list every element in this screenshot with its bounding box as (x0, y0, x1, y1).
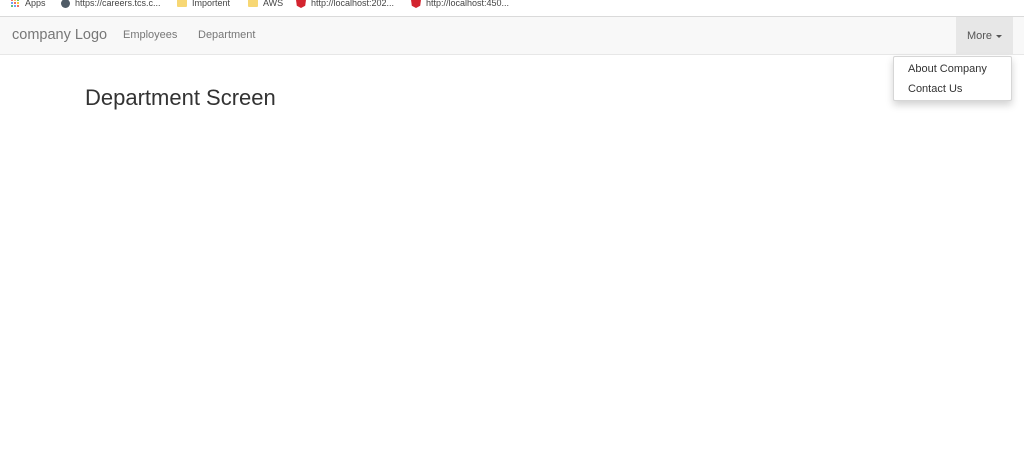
more-label: More (966, 30, 993, 42)
bookmark-aws[interactable]: AWS (248, 0, 283, 10)
more-dropdown-toggle[interactable]: More (956, 17, 1013, 55)
bookmarks-bar: Apps https://careers.tcs.c... Importent … (0, 0, 1024, 17)
bookmark-apps[interactable]: Apps (11, 0, 46, 10)
bookmark-label: AWS (263, 0, 284, 8)
globe-icon (61, 0, 70, 8)
navbar: company Logo Employees Department More (0, 17, 1024, 55)
angular-icon (296, 0, 306, 8)
bookmark-label: Apps (25, 0, 46, 8)
bookmark-localhost-2[interactable]: http://localhost:450... (411, 0, 509, 10)
bookmark-label: http://localhost:450... (426, 0, 510, 8)
dropdown-item-about-company[interactable]: About Company (908, 63, 987, 75)
apps-icon (11, 0, 20, 8)
bookmark-localhost-1[interactable]: http://localhost:202... (296, 0, 394, 10)
page-title: Department Screen (85, 85, 276, 110)
nav-employees-link[interactable]: Employees (123, 29, 177, 41)
folder-icon (177, 0, 187, 7)
bookmark-label: http://localhost:202... (311, 0, 395, 8)
bookmark-label: https://careers.tcs.c... (75, 0, 161, 8)
angular-icon (411, 0, 421, 8)
caret-down-icon (996, 35, 1003, 38)
bookmark-careers[interactable]: https://careers.tcs.c... (61, 0, 161, 10)
bookmark-importent[interactable]: Importent (177, 0, 230, 10)
more-dropdown-menu: About Company Contact Us (893, 56, 1012, 101)
folder-icon (248, 0, 258, 7)
nav-department-link[interactable]: Department (198, 29, 255, 41)
dropdown-item-contact-us[interactable]: Contact Us (908, 83, 962, 95)
bookmark-label: Importent (192, 0, 231, 8)
brand-logo-link[interactable]: company Logo (12, 27, 107, 43)
